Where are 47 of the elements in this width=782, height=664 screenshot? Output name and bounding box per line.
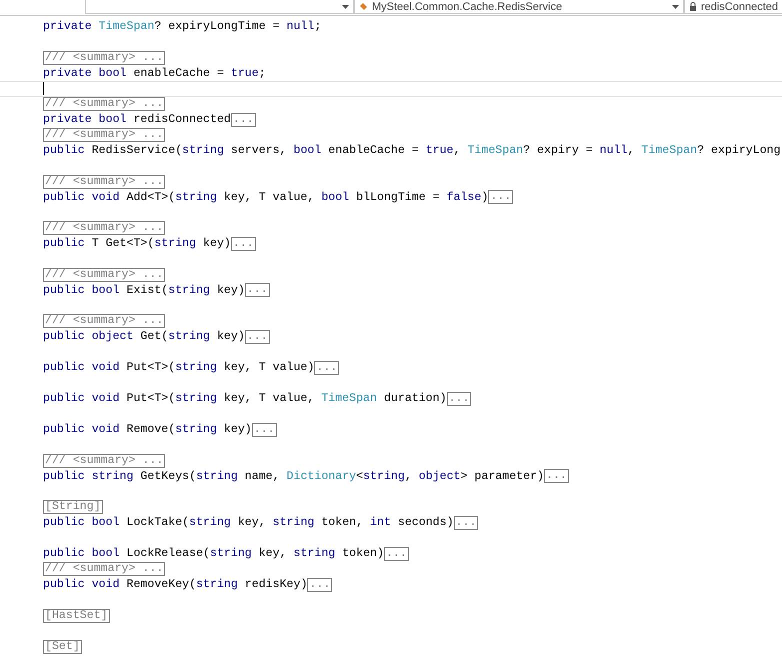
code-line: public bool LockRelease(string key, string token) — [43, 547, 384, 560]
collapsed-region[interactable]: ... — [252, 422, 277, 437]
collapsed-region[interactable]: [String] — [43, 500, 103, 514]
code-line: public T Get<T>(string key) — [43, 237, 231, 250]
code-line: public void RemoveKey(string redisKey) — [43, 578, 308, 592]
collapsed-region[interactable]: /// <summary> ... — [43, 314, 166, 328]
collapsed-region[interactable]: ... — [488, 190, 514, 204]
collapsed-region[interactable]: ... — [230, 236, 256, 251]
code-line: private TimeSpan? expiryLongTime = null; — [43, 20, 322, 34]
collapsed-region[interactable]: /// <summary> ... — [43, 50, 166, 65]
code-line: public string GetKeys(string name, Dictionary<string, object> parameter) — [43, 470, 544, 483]
code-line: public void Put<T>(string key, T value) — [43, 361, 314, 374]
collapsed-region[interactable]: [HastSet] — [43, 608, 110, 623]
text-caret — [43, 82, 44, 96]
collapsed-region[interactable]: /// <summary> ... — [43, 562, 166, 576]
class-icon — [358, 2, 368, 11]
code-line: private bool enableCache = true; — [43, 66, 266, 80]
collapsed-region[interactable]: ... — [230, 112, 256, 127]
collapsed-region[interactable]: /// <summary> ... — [43, 268, 166, 282]
code-line: private bool redisConnected — [43, 113, 231, 126]
code-line: public void Remove(string key) — [43, 423, 252, 436]
collapsed-region[interactable]: ... — [244, 330, 270, 344]
code-line: public void Add<T>(string key, T value, bool blLongTime = false) — [43, 190, 488, 204]
collapsed-region[interactable]: /// <summary> ... — [43, 97, 166, 112]
collapsed-region[interactable]: ... — [314, 360, 340, 375]
collapsed-region[interactable]: [Set] — [43, 640, 82, 654]
collapsed-region[interactable]: ... — [544, 469, 569, 484]
navigation-dropdown[interactable]: redisConnected — [684, 0, 782, 14]
collapsed-region[interactable]: ... — [244, 283, 270, 298]
collapsed-region[interactable]: /// <summary> ... — [43, 128, 166, 142]
code-line: public object Get(string key) — [43, 330, 245, 344]
collapsed-region[interactable]: ... — [454, 516, 478, 530]
code-line: public RedisService(string servers, bool enableCache = true, TimeSpan? expiry = null, TimeSpan? expiryLong — [43, 144, 781, 158]
dropdown-arrow-icon — [342, 4, 349, 8]
collapsed-region[interactable]: ... — [307, 578, 332, 592]
collapsed-region[interactable]: ... — [446, 392, 472, 406]
collapsed-region[interactable]: /// <summary> ... — [43, 174, 166, 189]
code-line: public bool Exist(string key) — [43, 284, 245, 297]
code-line: public void Put<T>(string key, T value, TimeSpan duration) — [43, 392, 447, 406]
collapsed-region[interactable]: ... — [384, 546, 409, 561]
lock-icon — [688, 2, 697, 11]
dropdown-arrow-icon — [672, 4, 679, 8]
navigation-dropdown[interactable]: MySteel.Common.Cache.RedisService — [354, 0, 684, 14]
collapsed-region[interactable]: /// <summary> ... — [43, 221, 166, 236]
code-line: public bool LockTake(string key, string token, int seconds) — [43, 516, 454, 530]
navigation-dropdown[interactable] — [85, 0, 354, 14]
collapsed-region[interactable]: /// <summary> ... — [43, 454, 166, 468]
